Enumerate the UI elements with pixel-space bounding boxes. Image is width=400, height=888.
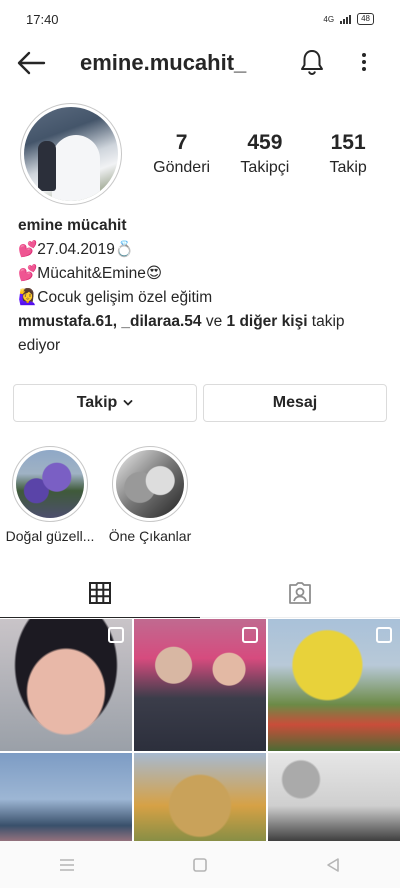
status-time: 17:40	[26, 11, 59, 27]
status-icons: 4G 48	[323, 13, 374, 25]
follow-button[interactable]: Takip	[13, 384, 197, 422]
followed-by-others: 1 diğer kişi	[226, 313, 308, 330]
post-thumbnail[interactable]	[134, 619, 266, 751]
chevron-down-icon	[123, 400, 133, 406]
signal-icon	[340, 14, 352, 24]
message-button[interactable]: Mesaj	[203, 384, 387, 422]
highlight-cover	[116, 450, 184, 518]
story-highlight[interactable]: Doğal güzell...	[0, 446, 100, 544]
carousel-icon	[242, 627, 258, 643]
profile-stats: 7 Gönderi 459 Takipçi 151 Takip	[140, 130, 390, 180]
stat-label: Gönderi	[153, 159, 211, 176]
square-icon	[193, 857, 207, 872]
stat-value: 459	[247, 131, 283, 154]
carousel-icon	[376, 627, 392, 643]
stat-value: 7	[175, 131, 188, 154]
bell-icon	[301, 50, 323, 76]
tagged-icon	[289, 581, 311, 604]
post-thumbnail[interactable]	[268, 619, 400, 751]
tab-tagged[interactable]	[200, 568, 400, 618]
posts-grid	[0, 619, 400, 841]
battery-icon: 48	[357, 13, 374, 25]
post-thumbnail[interactable]	[268, 753, 400, 841]
grid-icon	[89, 581, 111, 604]
tab-posts-grid[interactable]	[0, 568, 200, 618]
highlight-ring	[112, 446, 188, 522]
stat-followers[interactable]: 459 Takipçi	[223, 130, 306, 180]
profile-avatar[interactable]	[20, 103, 122, 205]
stat-posts[interactable]: 7 Gönderi	[140, 130, 223, 180]
highlight-cover	[16, 450, 84, 518]
profile-bio: emine mücahit 💕27.04.2019💍 💕Mücahit&Emin…	[18, 214, 388, 358]
system-back-button[interactable]	[313, 850, 353, 880]
highlight-label: Öne Çıkanlar	[108, 528, 192, 544]
menu-icon	[59, 858, 74, 871]
back-arrow-icon	[17, 51, 46, 75]
post-thumbnail[interactable]	[0, 753, 132, 841]
triangle-back-icon	[327, 857, 340, 872]
followed-by-connector: ve	[201, 313, 227, 330]
profile-header: emine.mucahit_	[0, 38, 400, 88]
highlight-ring	[12, 446, 88, 522]
network-label: 4G	[323, 14, 335, 24]
stat-label: Takip	[329, 159, 367, 176]
recent-apps-button[interactable]	[47, 850, 87, 880]
system-nav-bar	[0, 841, 400, 888]
followed-by-users: mmustafa.61, _dilaraa.54	[18, 313, 202, 330]
more-vertical-icon	[362, 53, 366, 71]
notifications-button[interactable]	[298, 48, 326, 76]
stat-following[interactable]: 151 Takip	[307, 130, 390, 180]
story-highlight[interactable]: Öne Çıkanlar	[100, 446, 200, 544]
followed-by-text[interactable]: mmustafa.61, _dilaraa.54 ve 1 diğer kişi…	[18, 310, 388, 358]
stat-value: 151	[330, 131, 366, 154]
carousel-icon	[108, 627, 124, 643]
display-name: emine mücahit	[18, 217, 127, 234]
bio-line: 🙋‍♀️Cocuk gelişim özel eğitim	[18, 289, 213, 306]
more-options-button[interactable]	[354, 48, 374, 76]
back-button[interactable]	[16, 50, 46, 76]
post-thumbnail[interactable]	[134, 753, 266, 841]
highlight-label: Doğal güzell...	[5, 528, 95, 544]
follow-label: Takip	[76, 394, 118, 411]
home-button[interactable]	[180, 850, 220, 880]
message-label: Mesaj	[272, 394, 318, 411]
page-title: emine.mucahit_	[80, 50, 247, 75]
profile-tabs	[0, 568, 400, 618]
status-bar: 17:40 4G 48	[0, 0, 400, 38]
bio-line: 💕Mücahit&Emine😍	[18, 265, 163, 282]
stat-label: Takipçi	[240, 159, 290, 176]
post-thumbnail[interactable]	[0, 619, 132, 751]
avatar-image	[24, 107, 118, 201]
bio-line: 💕27.04.2019💍	[18, 241, 135, 258]
